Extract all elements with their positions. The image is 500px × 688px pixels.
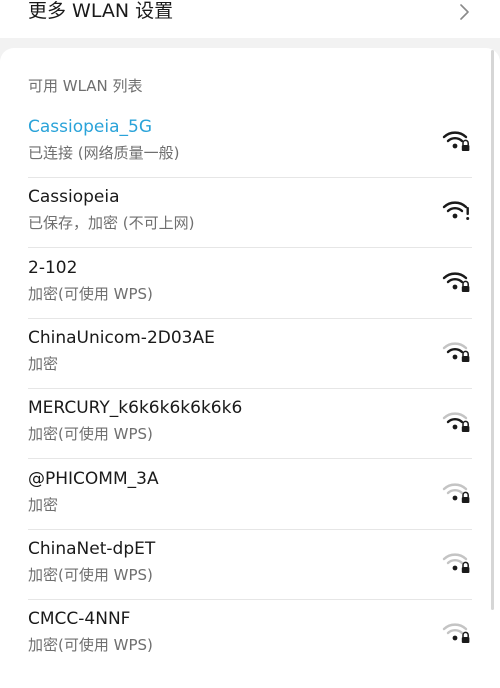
network-status: 加密(可使用 WPS)	[28, 425, 153, 444]
network-row[interactable]: 2-102 加密(可使用 WPS)	[0, 249, 500, 319]
network-row[interactable]: MERCURY_k6k6k6k6k6k6 加密(可使用 WPS)	[0, 389, 500, 460]
more-wlan-settings-row[interactable]: 更多 WLAN 设置	[0, 0, 500, 38]
network-name: MERCURY_k6k6k6k6k6k6	[28, 398, 243, 419]
wifi-lock-icon	[442, 342, 470, 362]
network-name: @PHICOMM_3A	[28, 468, 159, 489]
network-row[interactable]: @PHICOMM_3A 加密	[0, 460, 500, 530]
network-row[interactable]: ChinaNet-dpET 加密(可使用 WPS)	[0, 530, 500, 600]
network-name: CMCC-4NNF	[28, 609, 131, 630]
more-wlan-settings-label: 更多 WLAN 设置	[28, 0, 174, 22]
wifi-lock-icon	[442, 131, 470, 151]
network-row[interactable]: CMCC-4NNF 加密(可使用 WPS)	[0, 600, 500, 670]
available-wlan-list-header: 可用 WLAN 列表	[28, 77, 143, 95]
network-name: ChinaNet-dpET	[28, 538, 156, 559]
wifi-lock-icon	[442, 553, 470, 573]
network-status: 已连接 (网络质量一般)	[28, 144, 180, 162]
network-status: 已保存，加密 (不可上网)	[28, 214, 195, 233]
chevron-right-icon	[460, 4, 469, 20]
wifi-lock-icon	[442, 272, 470, 292]
wifi-alert-icon	[442, 201, 470, 221]
network-status: 加密	[28, 495, 59, 514]
wifi-lock-icon	[442, 482, 470, 503]
network-name: Cassiopeia	[28, 187, 120, 208]
network-row[interactable]: Cassiopeia_5G 已连接 (网络质量一般)	[0, 108, 500, 178]
wifi-lock-icon	[442, 412, 470, 433]
network-status: 加密(可使用 WPS)	[28, 565, 153, 584]
wifi-lock-icon	[442, 623, 470, 644]
network-name: 2-102	[28, 257, 78, 278]
network-status: 加密(可使用 WPS)	[28, 284, 153, 303]
network-status: 加密(可使用 WPS)	[28, 636, 153, 655]
network-row[interactable]: Cassiopeia 已保存，加密 (不可上网)	[0, 178, 500, 249]
network-name: Cassiopeia_5G	[28, 117, 153, 137]
network-status: 加密	[28, 354, 59, 373]
network-name: ChinaUnicom-2D03AE	[28, 327, 215, 348]
network-row[interactable]: ChinaUnicom-2D03AE 加密	[0, 319, 500, 389]
